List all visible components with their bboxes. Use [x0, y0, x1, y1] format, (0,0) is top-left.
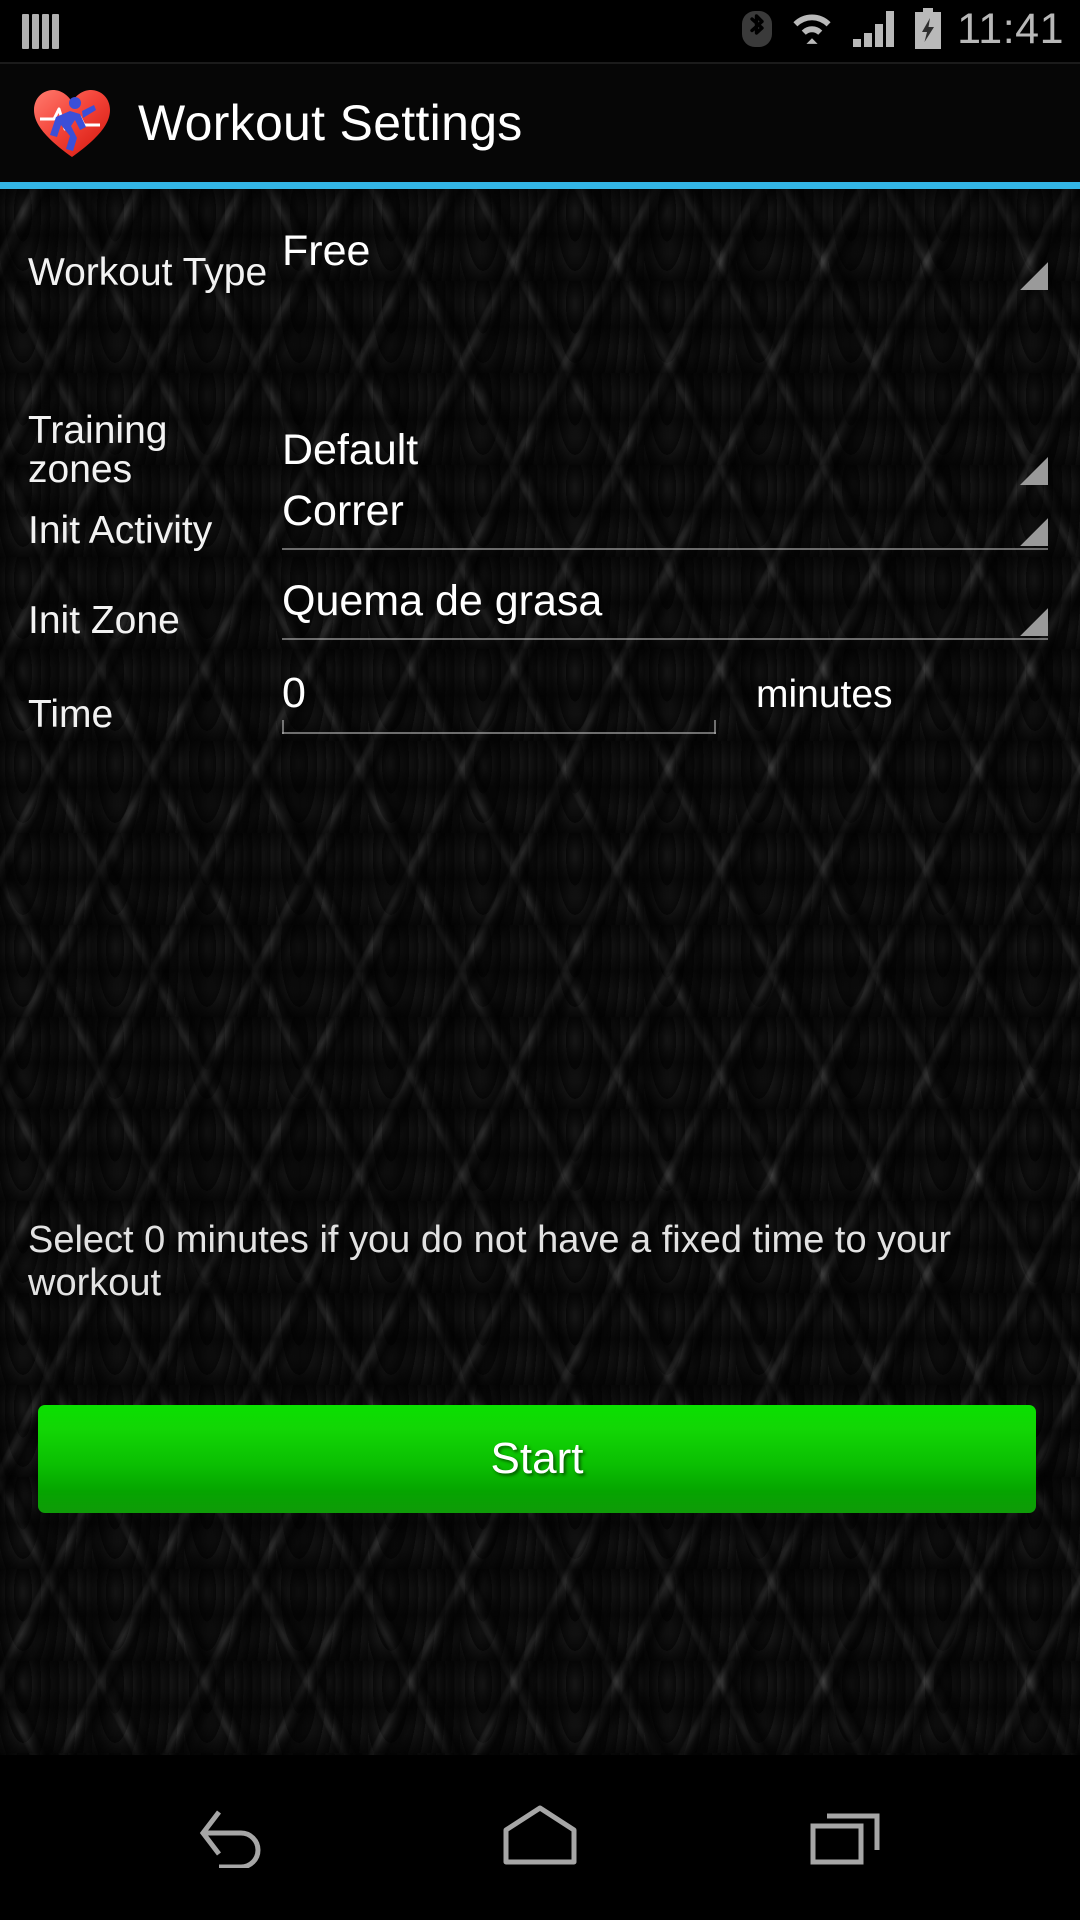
battery-charging-icon: [913, 7, 943, 56]
row-init-zone: Init Zone Quema de grasa: [0, 577, 1080, 643]
row-init-activity: Init Activity Correr: [0, 487, 1080, 553]
phone-screen: 11:41 Workout Settings Workout Type Free…: [0, 0, 1080, 1920]
status-bar: 11:41: [0, 0, 1080, 62]
label-training-zones: Training zones: [28, 409, 168, 491]
bluetooth-icon: [741, 7, 773, 56]
recents-icon: [799, 1802, 895, 1873]
spinner-training-zones-value: Default: [282, 425, 419, 474]
spinner-init-zone[interactable]: Quema de grasa: [282, 577, 1048, 641]
row-time: Time 0 minutes: [0, 669, 1080, 737]
row-training-zones: Training zones Default: [0, 411, 1080, 489]
status-bar-clock: 11:41: [957, 5, 1064, 53]
accent-line: [0, 182, 1080, 189]
spinner-init-zone-underline: [282, 638, 1048, 641]
start-button-container: Start: [38, 1405, 1036, 1513]
action-bar: Workout Settings: [0, 64, 1080, 182]
navigation-bar: [0, 1755, 1080, 1920]
time-input[interactable]: 0: [282, 669, 716, 735]
time-input-value: 0: [282, 669, 306, 717]
spinner-init-activity-value: Correr: [282, 487, 404, 535]
heart-runner-icon: [30, 81, 114, 165]
spinner-training-zones[interactable]: Default: [282, 425, 1048, 489]
hint-text: Select 0 minutes if you do not have a fi…: [28, 1219, 952, 1304]
spinner-workout-type[interactable]: Free: [282, 227, 1048, 292]
home-icon: [492, 1802, 588, 1873]
time-input-underline: [282, 720, 716, 735]
time-unit-label: minutes: [756, 673, 893, 717]
back-icon: [185, 1802, 281, 1873]
start-button[interactable]: Start: [38, 1405, 1036, 1513]
spinner-init-activity[interactable]: Correr: [282, 487, 1048, 551]
settings-form: Workout Type Free Training zones Default…: [0, 189, 1080, 735]
label-workout-type: Workout Type: [28, 251, 268, 295]
cellular-signal-icon: [851, 9, 899, 54]
label-time: Time: [28, 693, 114, 737]
page-title: Workout Settings: [138, 95, 523, 151]
home-button[interactable]: [465, 1783, 615, 1893]
spinner-workout-type-value: Free: [282, 227, 371, 275]
main-content: Workout Type Free Training zones Default…: [0, 189, 1080, 1755]
spinner-init-zone-value: Quema de grasa: [282, 577, 603, 625]
label-init-zone: Init Zone: [28, 599, 180, 643]
back-button[interactable]: [158, 1783, 308, 1893]
status-bar-right: 11:41: [741, 7, 1064, 56]
row-workout-type: Workout Type Free: [0, 227, 1080, 295]
spinner-init-activity-underline: [282, 548, 1048, 551]
wifi-icon: [787, 9, 837, 54]
label-init-activity: Init Activity: [28, 509, 213, 553]
status-bar-left: [22, 13, 59, 49]
recents-button[interactable]: [772, 1783, 922, 1893]
notification-bars-icon: [22, 13, 59, 49]
